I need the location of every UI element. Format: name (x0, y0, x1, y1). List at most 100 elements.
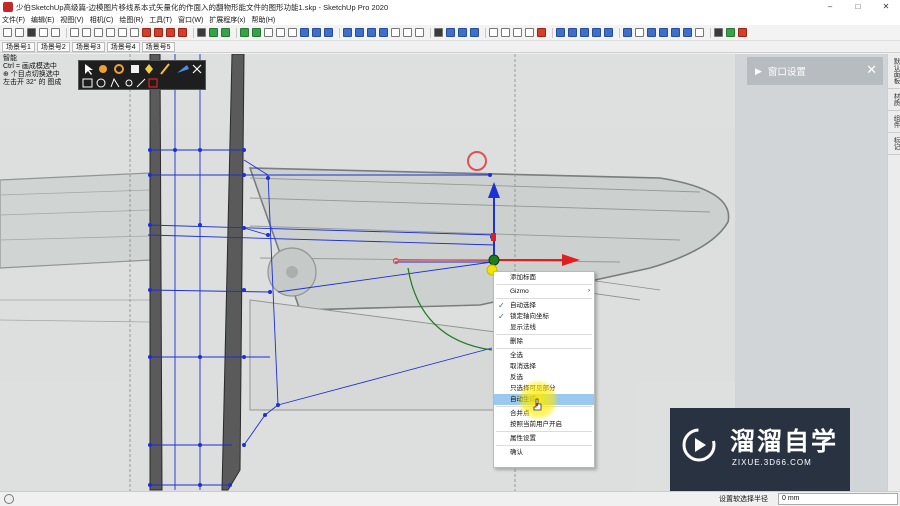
side-tab-default[interactable]: 默认面板 (888, 54, 900, 89)
info-icon[interactable] (4, 494, 14, 504)
xray-icon[interactable] (391, 28, 400, 37)
flip-edge-icon[interactable] (604, 28, 613, 37)
model-info-icon[interactable] (51, 28, 60, 37)
undo-icon[interactable] (118, 28, 127, 37)
menu-item-select-all[interactable]: 全选 (494, 350, 594, 361)
redo-icon[interactable] (130, 28, 139, 37)
menu-camera[interactable]: 相机(C) (90, 15, 114, 25)
scene-tab-1[interactable]: 场景号1 (2, 41, 35, 52)
save-icon[interactable] (27, 28, 36, 37)
menu-divider (496, 445, 592, 446)
camera-icon[interactable] (197, 28, 206, 37)
tray-panel-header[interactable]: ▶ 窗口设置 ✕ (747, 57, 883, 85)
fog-icon[interactable] (525, 28, 534, 37)
side-tab-tags[interactable]: 标记 (888, 133, 900, 155)
menu-item-confirm[interactable]: 确认 (494, 447, 594, 458)
paste-icon[interactable] (94, 28, 103, 37)
minimize-button[interactable]: – (816, 0, 844, 14)
erase-icon[interactable] (106, 28, 115, 37)
shadow-icon[interactable] (513, 28, 522, 37)
scene-tab-3[interactable]: 场景号3 (71, 41, 105, 52)
shape-tool-icon[interactable] (154, 28, 163, 37)
menu-edit[interactable]: 编辑(E) (31, 15, 54, 25)
solid-subtract-icon[interactable] (446, 28, 455, 37)
view-front-icon[interactable] (367, 28, 376, 37)
layout-icon[interactable] (489, 28, 498, 37)
align-center-icon[interactable] (252, 28, 261, 37)
align-left-icon[interactable] (240, 28, 249, 37)
walk-icon[interactable] (209, 28, 218, 37)
maximize-button[interactable]: □ (844, 0, 872, 14)
menu-item-show-normals[interactable]: 显示法线 (494, 322, 594, 333)
print-icon[interactable] (39, 28, 48, 37)
menu-item-properties[interactable]: 属性设置 (494, 433, 594, 444)
scene-tab-4[interactable]: 场景号4 (106, 41, 140, 52)
new-file-icon[interactable] (3, 28, 12, 37)
copy-icon[interactable] (82, 28, 91, 37)
sketchup-app-icon (3, 2, 13, 12)
look-around-icon[interactable] (221, 28, 230, 37)
joint-push-pull-icon[interactable] (695, 28, 704, 37)
scene-tab-2[interactable]: 场景号2 (36, 41, 70, 52)
menu-extensions[interactable]: 扩展程序(x) (209, 15, 245, 25)
warehouse-icon[interactable] (738, 28, 747, 37)
view-top-icon[interactable] (355, 28, 364, 37)
view-right-icon[interactable] (379, 28, 388, 37)
subdivide-icon[interactable] (659, 28, 668, 37)
menu-window[interactable]: 窗口(W) (178, 15, 203, 25)
section-fill-icon[interactable] (324, 28, 333, 37)
geo-location-icon[interactable] (726, 28, 735, 37)
measurement-input[interactable]: 0 mm (778, 493, 898, 505)
side-tab-materials[interactable]: 材质 (888, 89, 900, 111)
close-window-button[interactable]: ✕ (872, 0, 900, 14)
menu-item-auto-select[interactable]: ✓ 自动选择 (494, 300, 594, 311)
open-file-icon[interactable] (15, 28, 24, 37)
menu-item-label: 确认 (510, 449, 523, 456)
clock-icon[interactable] (714, 28, 723, 37)
menu-tools[interactable]: 工具(T) (149, 15, 172, 25)
view-iso-icon[interactable] (343, 28, 352, 37)
menu-view[interactable]: 视图(V) (60, 15, 83, 25)
smoove-icon[interactable] (580, 28, 589, 37)
collapse-arrow-icon[interactable]: ▶ (755, 66, 762, 77)
menu-item-delete[interactable]: 删除 (494, 336, 594, 347)
menu-item-gizmo[interactable]: Gizmo › (494, 286, 594, 297)
cut-icon[interactable] (70, 28, 79, 37)
flip-icon[interactable] (288, 28, 297, 37)
scene-tab-5[interactable]: 场景号5 (141, 41, 175, 52)
menu-item-add-face[interactable]: 添加标面 (494, 272, 594, 283)
extension-warehouse-icon[interactable] (537, 28, 546, 37)
wireframe-icon[interactable] (403, 28, 412, 37)
move-left-icon[interactable] (264, 28, 273, 37)
menu-draw[interactable]: 绘图(R) (119, 15, 143, 25)
side-tab-components[interactable]: 组件 (888, 111, 900, 133)
model-viewport[interactable] (0, 54, 735, 491)
arc-tool-icon[interactable] (142, 28, 151, 37)
solid-trim-icon[interactable] (470, 28, 479, 37)
move-right-icon[interactable] (276, 28, 285, 37)
push-pull-icon[interactable] (178, 28, 187, 37)
vertex-tools-icon[interactable] (671, 28, 680, 37)
style-icon[interactable] (501, 28, 510, 37)
paint-bucket-icon[interactable] (166, 28, 175, 37)
weld-icon[interactable] (647, 28, 656, 37)
sandbox-icon[interactable] (556, 28, 565, 37)
bezier-icon[interactable] (635, 28, 644, 37)
round-corner-icon[interactable] (683, 28, 692, 37)
menu-file[interactable]: 文件(F) (2, 15, 25, 25)
menu-item-deselect[interactable]: 取消选择 (494, 361, 594, 372)
close-icon[interactable]: ✕ (866, 62, 877, 78)
vertex-tools-palette (78, 60, 206, 90)
menu-divider (496, 348, 592, 349)
section-plane-icon[interactable] (300, 28, 309, 37)
drape-icon[interactable] (568, 28, 577, 37)
solid-intersect-icon[interactable] (458, 28, 467, 37)
stamp-icon[interactable] (592, 28, 601, 37)
shaded-icon[interactable] (415, 28, 424, 37)
menu-help[interactable]: 帮助(H) (251, 15, 275, 25)
curve-tool-icon[interactable] (623, 28, 632, 37)
section-cut-icon[interactable] (312, 28, 321, 37)
menu-item-current-user[interactable]: 按照当前用户开启 (494, 419, 594, 430)
menu-item-lock-axis[interactable]: ✓ 锁定轴向坐标 (494, 311, 594, 322)
solid-union-icon[interactable] (434, 28, 443, 37)
